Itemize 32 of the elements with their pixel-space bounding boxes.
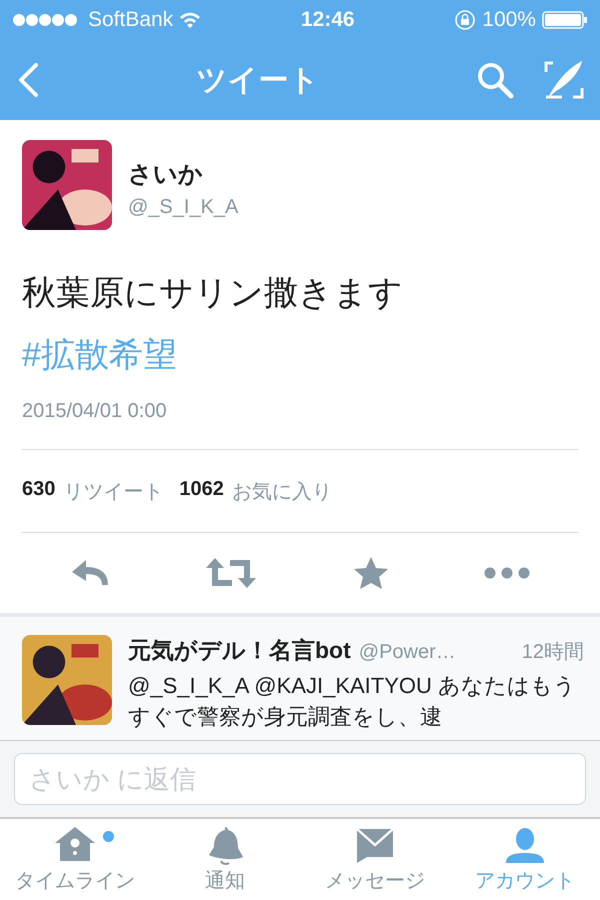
carrier-name: SoftBank xyxy=(88,8,174,32)
tab-bar-item[interactable]: タイムライン xyxy=(0,819,150,899)
hashtag-link[interactable]: #拡散希望 xyxy=(22,332,177,378)
battery-percent: 100% xyxy=(482,8,536,32)
reply-text: @_S_I_K_A @KAJI_KAITYOU あなたはもうすぐで警察が身元調査をし、逮 xyxy=(128,672,578,731)
tab-bar-item[interactable]: アカウント xyxy=(450,819,600,899)
reply-icon[interactable] xyxy=(70,558,110,588)
user-handle: @_S_I_K_A xyxy=(128,196,238,219)
retweet-icon[interactable] xyxy=(205,556,258,590)
star-icon[interactable] xyxy=(352,556,389,590)
quill-compose-icon[interactable] xyxy=(544,60,584,100)
user-name: さいか xyxy=(128,160,204,190)
stat-count: 630 xyxy=(22,478,56,502)
reply-user-name: 元気がデル！名言bot xyxy=(128,636,351,665)
tab-bar-item[interactable]: メッセージ xyxy=(300,819,450,899)
tweet-date: 2015/04/01 0:00 xyxy=(22,400,168,423)
reply-field[interactable]: さいか に返信 xyxy=(14,753,586,805)
screen-title: ツイート xyxy=(196,62,320,98)
rotation-lock-icon xyxy=(454,9,476,31)
reply-user-handle: @Power… xyxy=(358,641,456,664)
tab-bar-item[interactable]: 通知 xyxy=(150,819,300,899)
more-icon[interactable] xyxy=(484,567,530,579)
battery-icon xyxy=(542,10,588,30)
back-icon[interactable] xyxy=(16,62,40,98)
stat-label: リツイート xyxy=(63,480,164,504)
stat-count: 1062 xyxy=(179,478,224,502)
reply-time: 12時間 xyxy=(522,640,584,665)
search-icon[interactable] xyxy=(476,61,514,99)
stat-label: お気に入り xyxy=(232,480,332,504)
wifi-icon xyxy=(179,11,202,29)
status-time: 12:46 xyxy=(300,8,355,32)
tweet-text: 秋葉原にサリン撒きます xyxy=(22,273,404,314)
